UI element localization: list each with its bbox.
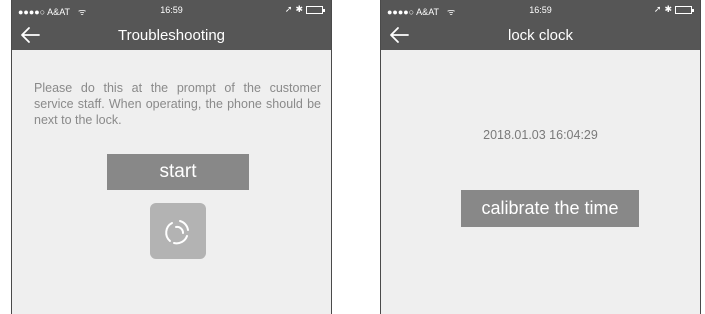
start-button[interactable]: start (107, 154, 249, 190)
bluetooth-icon: ✱ (295, 4, 303, 14)
lock-datetime: 2018.01.03 16:04:29 (483, 128, 598, 142)
status-bar: ●●●●○ A&AT ᯤ 16:59 ➚ ✱ (12, 0, 331, 20)
bluetooth-icon: ✱ (664, 4, 672, 14)
calibrate-time-button[interactable]: calibrate the time (461, 190, 639, 227)
navigation-bar: Troubleshooting (12, 20, 331, 50)
loading-spinner-icon (150, 203, 206, 259)
status-time: 16:59 (160, 5, 183, 15)
battery-icon (306, 5, 325, 14)
location-icon: ➚ (653, 4, 662, 14)
page-title: lock clock (507, 27, 574, 44)
status-bar: ●●●●○ A&AT ᯤ 16:59 ➚ ✱ (381, 0, 700, 20)
lock-clock-screen: ●●●●○ A&AT ᯤ 16:59 ➚ ✱ lock clock 2018.01… (380, 0, 701, 314)
status-time: 16:59 (529, 5, 552, 15)
page-title: Troubleshooting (117, 27, 225, 44)
instruction-text: Please do this at the prompt of the cust… (34, 81, 321, 127)
navigation-bar: lock clock (381, 20, 700, 50)
location-icon: ➚ (284, 4, 293, 14)
battery-icon (675, 5, 694, 14)
troubleshooting-screen: ●●●●○ A&AT ᯤ 16:59 ➚ ✱ Troubleshooting Pl… (11, 0, 332, 314)
